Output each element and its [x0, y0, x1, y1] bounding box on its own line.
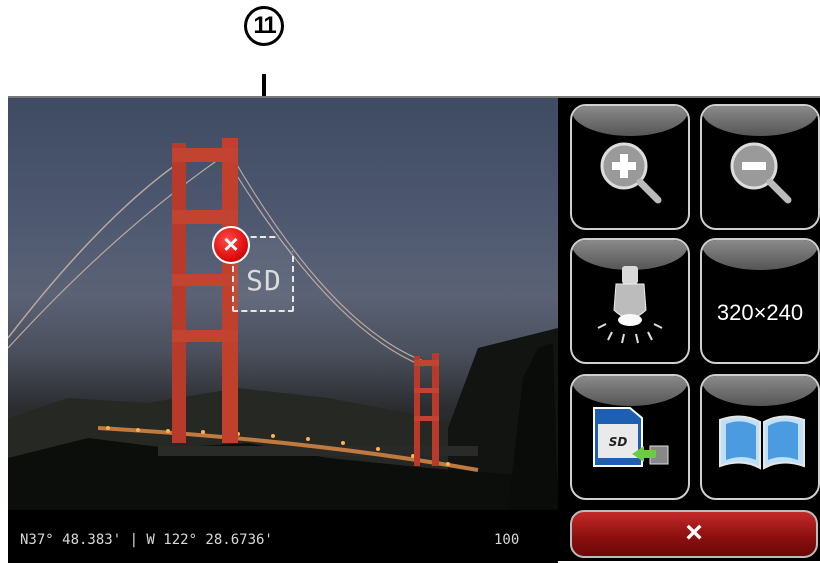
sd-card-label: SD: [246, 264, 282, 297]
sd-card-icon: SD: [593, 407, 669, 467]
error-x-icon: ×: [212, 226, 250, 264]
callout-number: 11: [244, 6, 284, 46]
close-button[interactable]: ×: [570, 510, 818, 558]
callout-marker: 11: [240, 6, 290, 244]
zoom-out-button[interactable]: [700, 104, 820, 230]
photo-count: 100: [494, 532, 520, 548]
sd-card-warning: SD ×: [212, 226, 302, 316]
zoom-out-icon: [730, 142, 792, 204]
sd-copy-button[interactable]: SD: [570, 374, 690, 500]
close-icon: ×: [685, 516, 703, 549]
device-screen: SD × N37° 48.383' | W 122° 28.6736' 100: [8, 96, 820, 563]
svg-text:SD: SD: [609, 435, 628, 449]
album-button[interactable]: [700, 374, 820, 500]
zoom-in-button[interactable]: [570, 104, 690, 230]
resolution-button[interactable]: 320×240: [700, 238, 820, 364]
status-bar: N37° 48.383' | W 122° 28.6736' 100: [8, 510, 558, 563]
book-icon: [719, 415, 805, 470]
flashlight-icon: [597, 266, 663, 344]
gps-coordinates: N37° 48.383' | W 122° 28.6736': [20, 532, 273, 548]
resolution-label: 320×240: [716, 300, 804, 325]
flash-button[interactable]: [570, 238, 690, 364]
zoom-in-icon: [600, 142, 662, 204]
photo-view[interactable]: SD ×: [8, 98, 558, 510]
